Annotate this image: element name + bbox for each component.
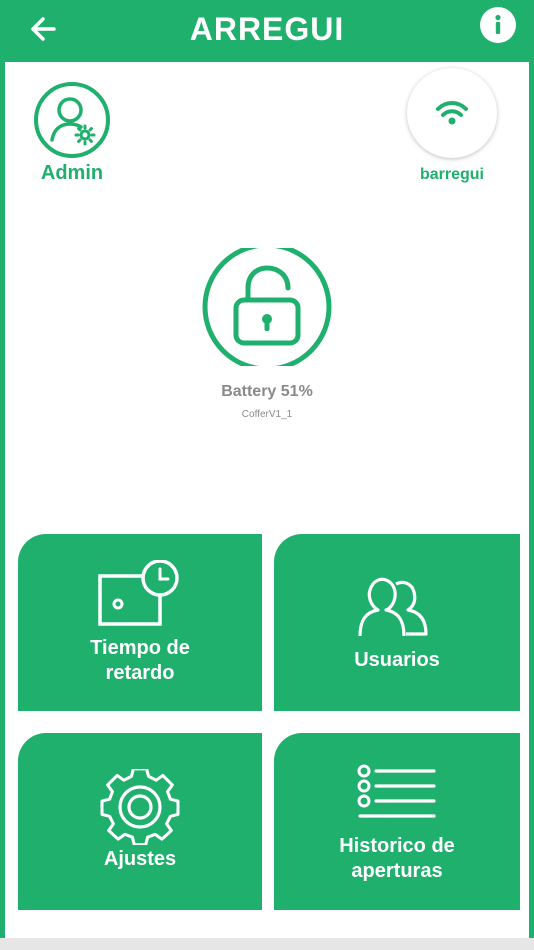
wifi-network-name: barregui — [419, 166, 484, 183]
device-name: CofferV1_1 — [241, 409, 293, 420]
tile-settings-label: Ajustes — [103, 848, 177, 870]
arrow-left-icon — [31, 17, 56, 41]
svg-text:ARREGUI: ARREGUI — [190, 11, 345, 47]
top-app-bar: ARREGUI — [0, 0, 534, 62]
tile-opening-history-label: Historico de aperturas — [339, 835, 455, 882]
wifi-icon — [436, 101, 468, 125]
info-icon — [495, 14, 501, 34]
back-button[interactable] — [24, 8, 66, 50]
brand-logo: ARREGUI — [0, 4, 534, 50]
users-icon — [358, 577, 428, 637]
wifi-badge — [407, 68, 497, 158]
bottom-divider — [0, 938, 534, 950]
list-icon — [357, 764, 436, 818]
admin-profile-button[interactable]: Admin — [30, 80, 114, 185]
tile-delay-time[interactable]: Tiempo de retardo — [18, 534, 262, 711]
admin-label: Admin — [40, 162, 104, 184]
info-button[interactable] — [480, 7, 516, 43]
lock-open-icon[interactable] — [200, 248, 334, 366]
screen-edge-left — [0, 0, 5, 950]
tile-settings[interactable]: Ajustes — [18, 733, 262, 910]
lock-status-section: Battery 51% CofferV1_1 — [0, 248, 534, 420]
tile-users[interactable]: Usuarios — [274, 534, 520, 711]
gear-icon — [100, 769, 180, 845]
screen-edge-right — [529, 0, 534, 950]
wifi-network-button[interactable]: barregui — [404, 68, 500, 184]
tile-delay-time-label: Tiempo de retardo — [90, 637, 190, 684]
tile-opening-history[interactable]: Historico de aperturas — [274, 733, 520, 910]
timer-box-icon — [98, 560, 179, 626]
user-settings-icon — [34, 82, 110, 158]
tile-users-label: Usuarios — [354, 649, 440, 671]
battery-level: Battery 51% — [221, 383, 313, 400]
